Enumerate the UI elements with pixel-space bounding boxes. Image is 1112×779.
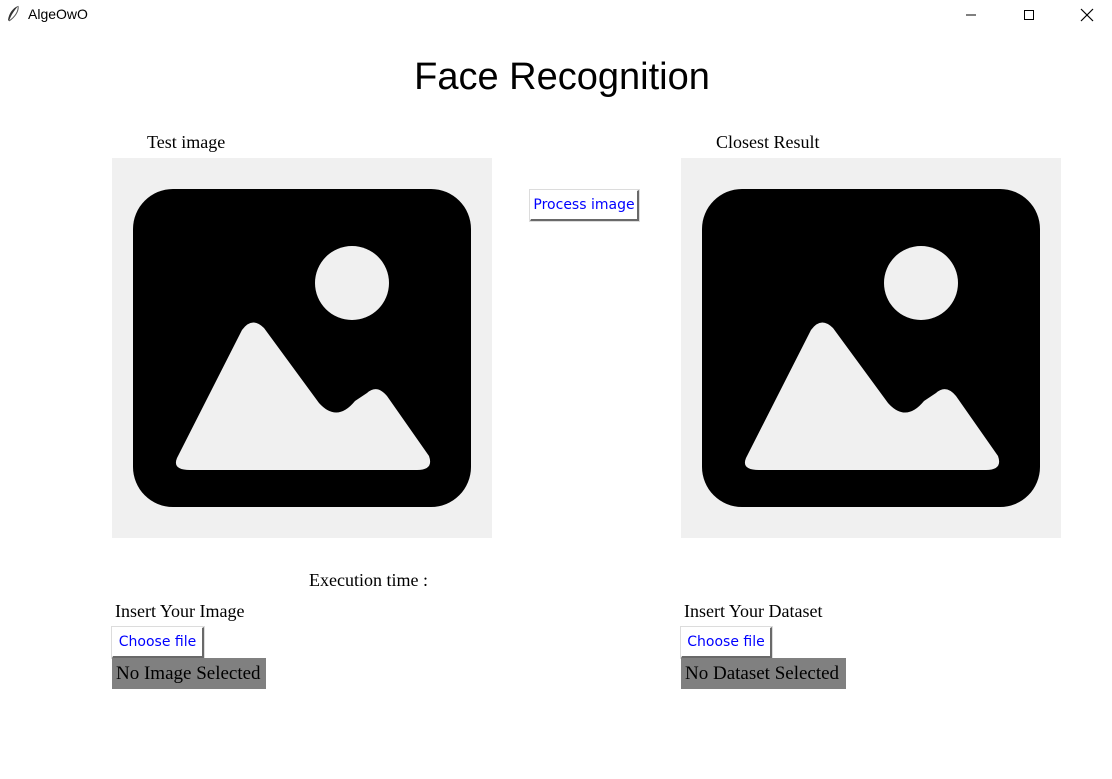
process-image-button[interactable]: Process image (529, 189, 640, 222)
insert-dataset-label: Insert Your Dataset (684, 601, 823, 621)
close-icon (1080, 8, 1094, 22)
choose-dataset-file-button[interactable]: Choose file (680, 626, 773, 659)
window-title: AlgeOwO (28, 6, 88, 22)
close-button[interactable] (1058, 0, 1112, 30)
feather-icon (6, 5, 20, 23)
test-image-panel (112, 158, 492, 538)
maximize-icon (1023, 9, 1035, 21)
app-window: AlgeOwO Face Recognition Test image Clos… (0, 0, 1112, 779)
closest-result-panel (681, 158, 1061, 538)
dataset-status: No Dataset Selected (681, 658, 846, 689)
image-placeholder-icon (133, 189, 471, 507)
minimize-icon (965, 9, 977, 21)
closest-result-label: Closest Result (716, 132, 820, 152)
title-bar: AlgeOwO (0, 0, 1112, 30)
image-status: No Image Selected (112, 658, 266, 689)
minimize-button[interactable] (942, 0, 1000, 30)
insert-image-label: Insert Your Image (115, 601, 245, 621)
page-title: Face Recognition (414, 56, 710, 98)
execution-time-label: Execution time : (309, 570, 428, 590)
choose-image-file-button[interactable]: Choose file (111, 626, 205, 659)
maximize-button[interactable] (1000, 0, 1058, 30)
test-image-label: Test image (147, 132, 226, 152)
image-placeholder-icon (702, 189, 1040, 507)
